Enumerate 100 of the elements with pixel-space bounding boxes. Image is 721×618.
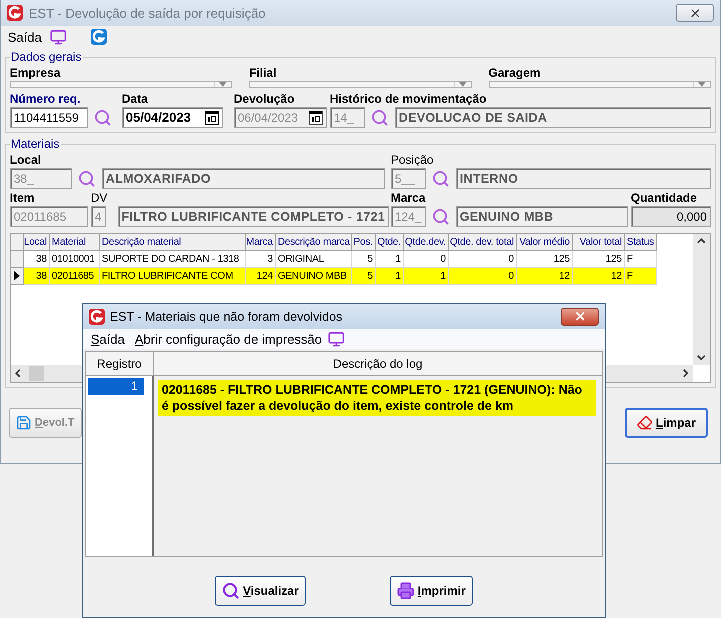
table-cell: 3	[246, 251, 276, 268]
column-header[interactable]: Marca	[246, 234, 276, 251]
field-label: Histórico de movimentação	[330, 92, 488, 107]
table-cell: 02011685	[50, 268, 100, 285]
search-icon[interactable]	[432, 208, 450, 226]
table-cell: GENUINO MBB	[276, 268, 352, 285]
dropdown-field[interactable]	[10, 81, 232, 88]
description-field: GENUINO MBB	[456, 206, 628, 227]
date-value: 05/04/2023	[126, 110, 192, 125]
table-cell: 38	[24, 251, 50, 268]
date-value: 06/04/2023	[238, 110, 298, 124]
row-pointer-icon	[14, 271, 20, 281]
close-button[interactable]	[676, 4, 714, 22]
window-title: EST - Devolução de saída por requisição	[29, 6, 267, 20]
table-cell: 1	[376, 251, 404, 268]
group-title: Materiais	[10, 137, 61, 151]
search-icon[interactable]	[78, 170, 96, 188]
logo-icon	[90, 29, 107, 45]
search-icon[interactable]	[432, 170, 450, 188]
menu-item[interactable]: Saída	[91, 332, 125, 346]
field-label: Posição	[391, 153, 435, 168]
table-cell: 125	[517, 251, 573, 268]
input-field[interactable]: 1104411559	[10, 107, 88, 128]
column-header[interactable]: Descrição marca	[276, 234, 352, 251]
record-number-cell[interactable]: 1	[88, 378, 144, 395]
field-label: Número req.	[10, 92, 82, 107]
app-logo-icon	[7, 5, 23, 21]
table-cell: 01010001	[50, 251, 100, 268]
description-field: DEVOLUCAO DE SAIDA	[395, 107, 711, 128]
table-cell: 1	[404, 268, 449, 285]
table-cell: 124	[246, 268, 276, 285]
table-cell: 0	[449, 251, 517, 268]
field-label: Quantidade	[631, 191, 698, 206]
close-icon	[574, 310, 586, 323]
preview-button[interactable]: Visualizar	[215, 576, 306, 606]
table-cell: F	[625, 268, 657, 285]
monitor-icon[interactable]	[50, 28, 67, 46]
table-cell: SUPORTE DO CARDAN - 1318	[100, 251, 246, 268]
column-header[interactable]: Material	[50, 234, 100, 251]
description-field: INTERNO	[456, 168, 711, 189]
column-header[interactable]: Local	[24, 234, 50, 251]
table-cell: ORIGINAL	[276, 251, 352, 268]
column-header[interactable]: Valor médio	[517, 234, 573, 251]
description-field: ALMOXARIFADO	[102, 168, 385, 189]
field-label: Devolução	[234, 92, 296, 107]
dropdown-arrow-icon	[698, 82, 706, 87]
column-header[interactable]: Pos.	[352, 234, 376, 251]
field-label: Empresa	[10, 66, 62, 81]
clear-button[interactable]: Limpar	[624, 408, 708, 438]
search-icon[interactable]	[371, 108, 389, 126]
row-header-cell[interactable]	[11, 268, 24, 285]
row-header-cell[interactable]	[11, 251, 24, 268]
column-header[interactable]: Registro	[86, 352, 154, 376]
search-icon	[222, 582, 240, 600]
monitor-icon[interactable]	[328, 330, 346, 348]
column-header[interactable]: Status	[625, 234, 657, 251]
field-label: Local	[10, 153, 42, 168]
search-icon[interactable]	[94, 108, 112, 126]
table-cell: F	[625, 251, 657, 268]
scrollbar-thumb[interactable]	[29, 366, 44, 381]
dropdown-field[interactable]	[488, 81, 711, 88]
field-label: DV	[91, 191, 109, 206]
table-cell: 38	[24, 268, 50, 285]
app-logo-icon	[89, 308, 105, 324]
close-icon	[688, 6, 702, 20]
dropdown-arrow-icon	[458, 82, 467, 87]
input-field[interactable]: 0,000	[631, 206, 711, 227]
dialog-title: EST - Materiais que não foram devolvidos	[110, 310, 344, 324]
table-cell: 5	[352, 268, 376, 285]
field-label: Item	[10, 191, 36, 206]
column-header[interactable]: Descrição material	[100, 234, 246, 251]
print-button[interactable]: Imprimir	[390, 576, 473, 606]
table-cell: 5	[352, 251, 376, 268]
table-cell: 0	[449, 268, 517, 285]
field-label: Data	[122, 92, 150, 107]
field-label: Filial	[249, 66, 278, 81]
description-field: FILTRO LUBRIFICANTE COMPLETO - 1721	[118, 206, 390, 227]
table-cell: 0	[404, 251, 449, 268]
date-field[interactable]: 05/04/2023	[122, 107, 223, 128]
table-cell: 12	[517, 268, 573, 285]
eraser-icon	[636, 415, 653, 431]
table-cell: FILTRO LUBRIFICANTE COM	[100, 268, 246, 285]
exit-menu[interactable]: Saída	[8, 30, 42, 44]
dropdown-field[interactable]	[249, 81, 472, 88]
calendar-icon[interactable]	[205, 110, 219, 124]
field-label: Garagem	[488, 66, 542, 81]
field-label: Marca	[391, 191, 427, 206]
column-header[interactable]: Descrição do log	[154, 352, 602, 376]
table-cell: 1	[376, 268, 404, 285]
table-cell: 12	[573, 268, 625, 285]
column-header[interactable]: Valor total	[573, 234, 625, 251]
dropdown-arrow-icon	[219, 82, 228, 87]
table-cell: 125	[573, 251, 625, 268]
group-title: Dados gerais	[10, 50, 83, 64]
close-button[interactable]	[561, 308, 599, 326]
column-header[interactable]: Qtde.dev.	[404, 234, 449, 251]
column-header[interactable]: Qtde. dev. total	[449, 234, 517, 251]
menu-item[interactable]: Abrir configuração de impressão	[134, 332, 322, 346]
column-header[interactable]: Qtde.	[376, 234, 404, 251]
log-message: 02011685 - FILTRO LUBRIFICANTE COMPLETO - 1721 (GENUINO): Não é possível fazer a devolução do item, existe controle de km	[158, 380, 596, 416]
